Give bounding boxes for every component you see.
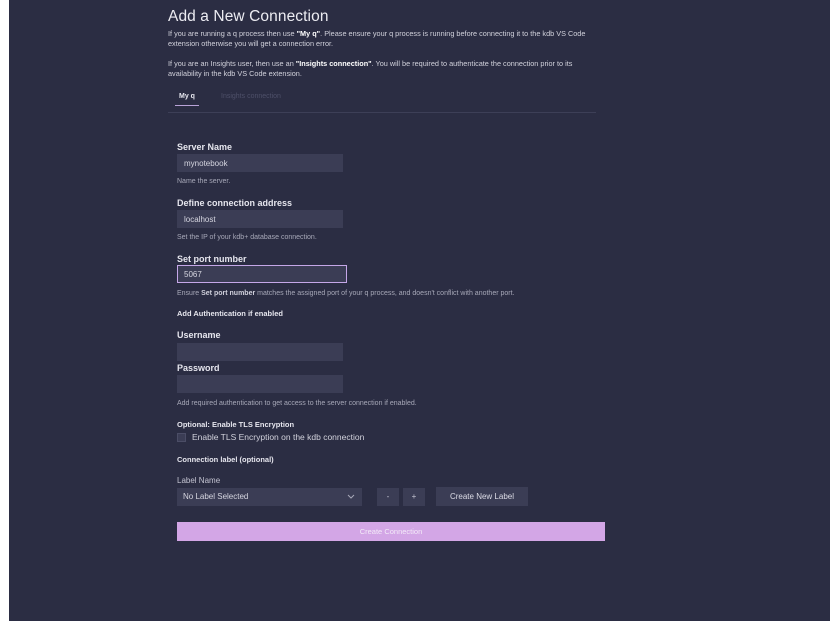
address-label: Define connection address [177, 198, 293, 208]
remove-label-button[interactable]: - [377, 488, 399, 506]
password-input[interactable] [177, 375, 343, 393]
auth-help: Add required authentication to get acces… [177, 400, 417, 407]
auth-heading: Add Authentication if enabled [177, 309, 283, 318]
create-connection-button[interactable]: Create Connection [177, 522, 605, 541]
tab-insights-connection[interactable]: Insights connection [221, 93, 281, 100]
intro-insights: If you are an Insights user, then use an… [168, 59, 573, 78]
username-input[interactable] [177, 343, 343, 361]
header-section: Add a New Connection If you are running … [168, 8, 608, 113]
tls-heading: Optional: Enable TLS Encryption [177, 420, 295, 429]
address-help: Set the IP of your kdb+ database connect… [177, 234, 317, 241]
label-select[interactable]: No Label Selected [177, 488, 362, 506]
label-select-value: No Label Selected [183, 492, 249, 501]
port-input[interactable]: 5067 [177, 265, 347, 283]
server-name-label: Server Name [177, 142, 233, 152]
port-help: Ensure Set port number matches the assig… [177, 290, 515, 297]
create-new-label-button[interactable]: Create New Label [436, 487, 528, 506]
connection-tabs: My q Insights connection [168, 93, 596, 113]
connection-label-heading: Connection label (optional) [177, 455, 274, 464]
tls-checkbox-label[interactable]: Enable TLS Encryption on the kdb connect… [192, 432, 364, 442]
chevron-down-icon [347, 494, 355, 499]
label-name-caption: Label Name [177, 476, 221, 485]
add-label-button[interactable]: + [403, 488, 425, 506]
server-name-help: Name the server. [177, 178, 231, 185]
intro-myq: If you are running a q process then use … [168, 29, 586, 48]
password-label: Password [177, 363, 220, 373]
username-label: Username [177, 330, 221, 340]
page-title: Add a New Connection [168, 8, 329, 25]
tls-checkbox[interactable] [177, 433, 186, 442]
port-label: Set port number [177, 254, 247, 264]
server-name-input[interactable]: mynotebook [177, 154, 343, 172]
tab-my-q[interactable]: My q [175, 93, 199, 106]
address-input[interactable]: localhost [177, 210, 343, 228]
